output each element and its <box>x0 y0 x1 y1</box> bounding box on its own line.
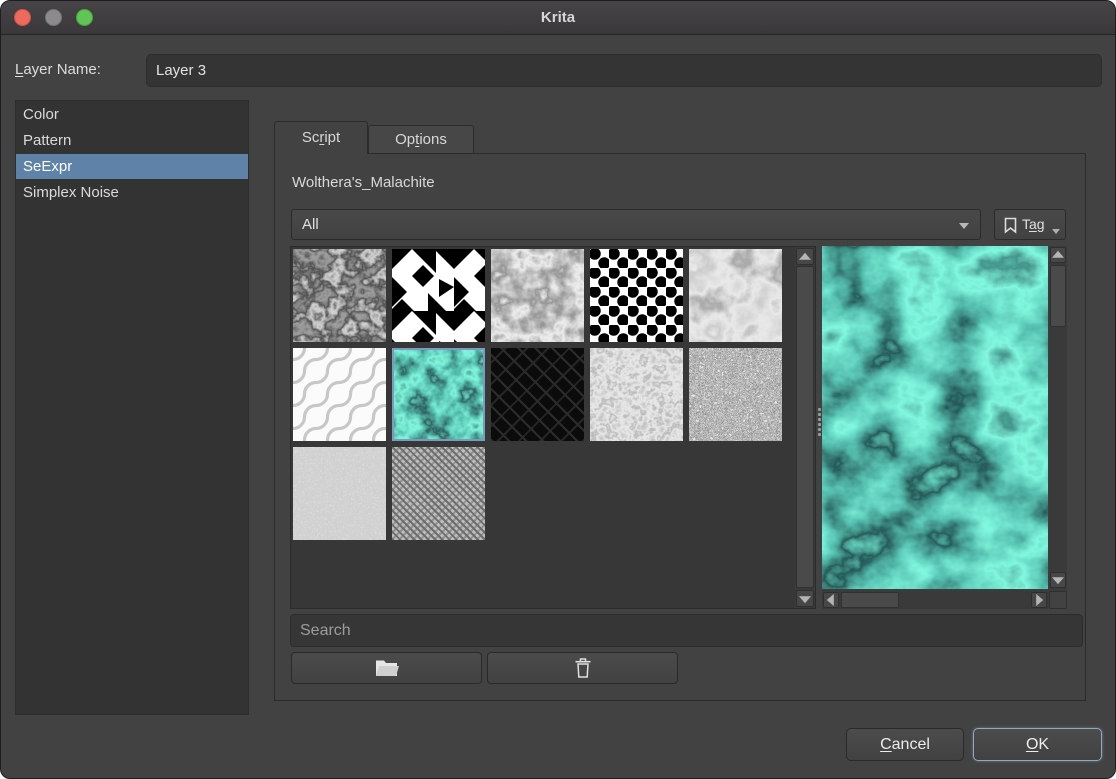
pattern-thumbnail-truchet-circles[interactable] <box>293 348 386 441</box>
krita-dialog-window: Krita Layer Name: Color Pattern SeExpr S… <box>0 0 1116 779</box>
type-list-item-color[interactable]: Color <box>16 102 248 127</box>
window-title: Krita <box>1 1 1115 35</box>
title-bar[interactable]: Krita <box>1 1 1115 35</box>
bookmark-icon <box>1004 217 1017 234</box>
scroll-right-button[interactable] <box>1031 592 1047 608</box>
preview-v-scrollbar-thumb[interactable] <box>1050 265 1066 327</box>
cancel-button[interactable]: Cancel <box>846 728 964 761</box>
grid-scrollbar-thumb[interactable] <box>796 266 814 588</box>
pattern-thumbnail-black-white-triangles[interactable] <box>392 249 485 342</box>
pattern-preview-pane <box>822 246 1067 609</box>
pattern-thumbnail-halftone-dots[interactable] <box>590 249 683 342</box>
import-resource-button[interactable] <box>291 652 482 684</box>
preview-scrollbar-horizontal[interactable] <box>822 591 1048 609</box>
type-list-item-pattern[interactable]: Pattern <box>16 128 248 153</box>
scroll-up-button[interactable] <box>796 248 814 265</box>
pattern-thumbnail-dark-speckle[interactable] <box>689 348 782 441</box>
pattern-thumbnail-fine-grain-gray[interactable] <box>293 447 386 540</box>
scroll-down-button[interactable] <box>1050 572 1066 588</box>
preview-h-scrollbar-thumb[interactable] <box>841 592 899 608</box>
scroll-down-button[interactable] <box>796 590 814 607</box>
ok-button[interactable]: OK <box>973 728 1102 761</box>
grid-scrollbar-vertical[interactable] <box>795 247 815 608</box>
pattern-thumbnail-dark-maze[interactable] <box>491 348 584 441</box>
tag-filter-value: All <box>302 216 319 233</box>
script-tab-panel: Wolthera's_Malachite All Tag <box>274 153 1086 701</box>
scroll-up-button[interactable] <box>1050 247 1066 263</box>
trash-icon <box>574 658 592 679</box>
selected-resource-name: Wolthera's_Malachite <box>292 174 435 191</box>
tab-options[interactable]: Options <box>368 125 474 154</box>
scroll-left-button[interactable] <box>823 592 839 608</box>
pattern-preview-image[interactable] <box>822 246 1048 589</box>
pattern-thumbnail-gray-marble-noise[interactable] <box>491 249 584 342</box>
layer-name-input[interactable] <box>146 54 1102 87</box>
pattern-thumbnail-soft-clouds[interactable] <box>689 249 782 342</box>
scrollbar-corner <box>1049 591 1067 609</box>
chevron-down-icon <box>959 223 969 229</box>
pattern-thumbnail-diagonal-weave[interactable] <box>392 447 485 540</box>
type-list-item-seexpr[interactable]: SeExpr <box>16 154 248 179</box>
preview-scrollbar-vertical[interactable] <box>1049 246 1067 589</box>
tab-script[interactable]: Script <box>274 121 368 154</box>
pattern-thumbnail-malachite-green-selected[interactable] <box>392 348 485 441</box>
folder-icon <box>375 659 399 678</box>
layer-name-label: Layer Name: <box>15 61 101 78</box>
tag-button[interactable]: Tag <box>994 209 1066 240</box>
search-input[interactable] <box>290 614 1083 647</box>
tag-button-label: Tag <box>1022 216 1045 232</box>
pattern-thumbnail-dark-marble-noise[interactable] <box>293 249 386 342</box>
generator-type-list: Color Pattern SeExpr Simplex Noise <box>15 100 249 715</box>
pattern-grid <box>290 246 816 609</box>
chevron-down-icon <box>1052 229 1060 234</box>
tag-filter-dropdown[interactable]: All <box>291 209 981 240</box>
delete-resource-button[interactable] <box>487 652 678 684</box>
pattern-thumbnail-rough-gray-noise[interactable] <box>590 348 683 441</box>
type-list-item-simplex-noise[interactable]: Simplex Noise <box>16 180 248 205</box>
splitter-dots-icon <box>818 406 821 438</box>
